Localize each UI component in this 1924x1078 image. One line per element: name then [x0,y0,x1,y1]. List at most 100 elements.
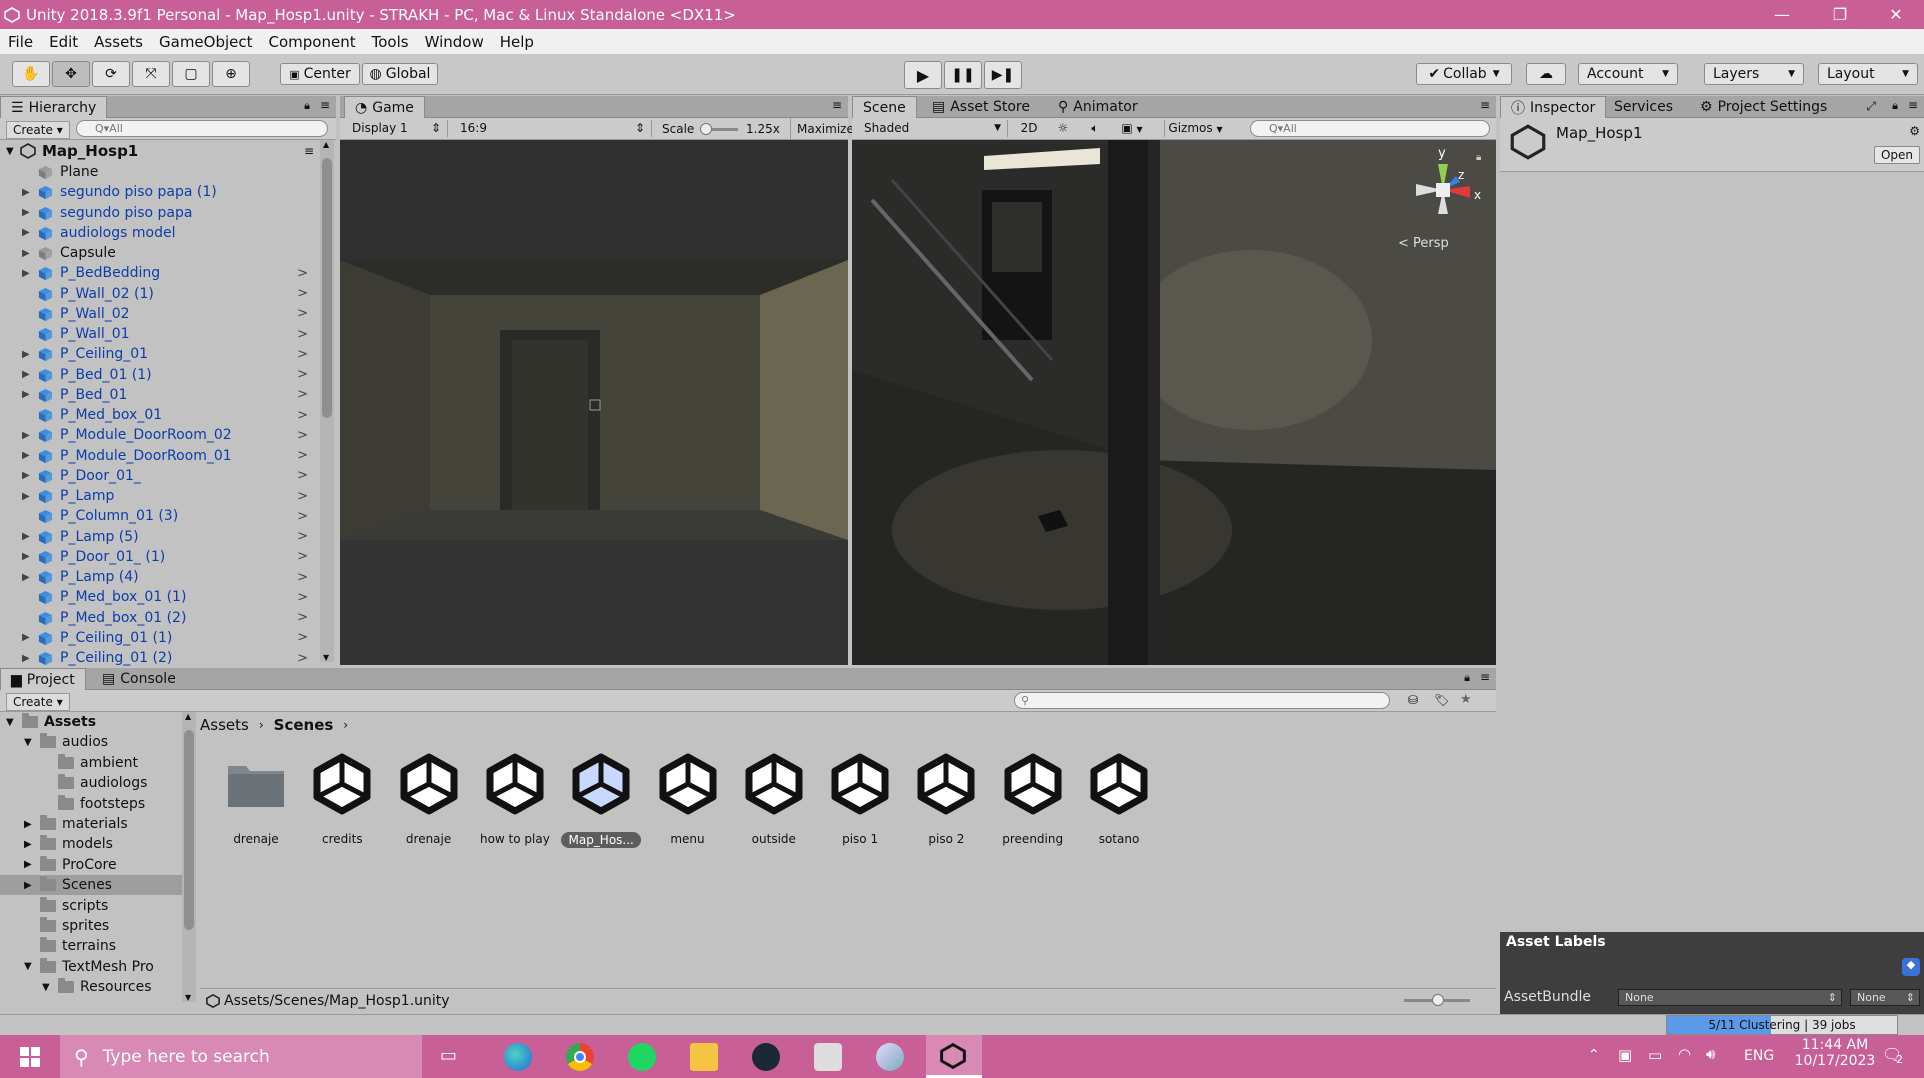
layout-dropdown[interactable]: Layout ▼ [1818,63,1918,85]
expand-arrow-icon[interactable]: ▶ [22,248,30,259]
expand-arrow-icon[interactable]: ▼ [6,717,14,728]
open-prefab-chevron-icon[interactable]: > [297,651,308,666]
battery-icon[interactable]: ▭ [1648,1046,1662,1064]
expand-arrow-icon[interactable]: ▼ [42,982,50,993]
toggle-2d-button[interactable]: 2D [1016,120,1042,137]
hierarchy-search-input[interactable]: Q▾All [76,120,328,137]
folder-tree-item[interactable]: audiologs [0,773,182,793]
tab-asset-store[interactable]: ▤ Asset Store [922,96,1040,118]
hierarchy-item[interactable]: ▶ P_Ceiling_01 > [0,344,316,364]
asset-scene-file[interactable]: preending [993,752,1073,846]
maximize-toggle[interactable]: Maximize [790,118,860,140]
panel-menu-icon[interactable]: ≡ [1908,98,1918,112]
start-button[interactable] [0,1035,60,1078]
expand-arrow-icon[interactable]: ▶ [22,470,30,481]
hierarchy-item[interactable]: P_Wall_02 > [0,304,316,324]
collab-dropdown[interactable]: ✔ Collab ▼ [1416,63,1512,85]
effects-dropdown[interactable]: ▣ ▼ [1114,120,1150,137]
icon-size-slider-thumb[interactable] [1432,994,1444,1006]
menu-file[interactable]: File [0,33,41,51]
open-prefab-chevron-icon[interactable]: > [297,549,308,564]
hierarchy-item[interactable]: ▶ P_Ceiling_01 (2) > [0,648,316,668]
expand-arrow-icon[interactable]: ▼ [24,961,32,972]
scene-orientation-gizmo[interactable]: y z x 🔒︎ [1400,146,1486,230]
hierarchy-item[interactable]: ▶ P_Door_01_ > [0,466,316,486]
hierarchy-scroll-thumb[interactable] [322,158,332,418]
expand-arrow-icon[interactable]: ▶ [22,349,30,360]
project-create-dropdown[interactable]: Create ▾ [6,693,70,711]
display-dropdown[interactable]: Display 1 ⇕ [344,120,448,137]
expand-arrow-icon[interactable]: ▶ [22,430,30,441]
hierarchy-create-dropdown[interactable]: Create ▾ [6,121,70,139]
app-icon[interactable] [876,1043,904,1071]
menu-gameobject[interactable]: GameObject [151,33,261,51]
minimize-button[interactable]: — [1754,0,1810,29]
open-prefab-chevron-icon[interactable]: > [297,387,308,402]
rect-tool-button[interactable]: ▢ [172,61,210,87]
asset-scene-file[interactable]: Map_Hos... [561,752,642,848]
file-explorer-icon[interactable] [690,1043,718,1071]
restore-button[interactable]: ❐ [1812,0,1868,29]
open-prefab-chevron-icon[interactable]: > [297,286,308,301]
scene-menu-icon[interactable]: ≡ [304,144,314,158]
folder-tree-item[interactable]: ▶ materials [0,814,182,834]
lighting-toggle[interactable]: ☼ [1050,120,1076,137]
hand-tool-button[interactable]: ✋ [12,61,50,87]
chrome-icon[interactable] [566,1043,594,1071]
layers-dropdown[interactable]: Layers ▼ [1704,63,1804,85]
asset-folder[interactable]: drenaje [216,752,296,846]
hierarchy-item[interactable]: P_Med_box_01 (2) > [0,608,316,628]
folder-tree-item[interactable]: ▼ Resources [0,977,182,997]
scale-tool-button[interactable]: ⤧ [132,61,170,87]
breadcrumb-assets[interactable]: Assets [200,716,249,734]
scroll-down-icon[interactable]: ▼ [185,993,191,1002]
close-button[interactable]: ✕ [1868,0,1924,29]
folder-tree-item[interactable]: footsteps [0,794,182,814]
hierarchy-item[interactable]: P_Wall_01 > [0,324,316,344]
unity-hub-icon[interactable] [814,1043,842,1071]
folder-tree-item[interactable]: ▶ ProCore [0,855,182,875]
hierarchy-item[interactable]: ▶ P_Lamp (5) > [0,527,316,547]
open-prefab-chevron-icon[interactable]: > [297,448,308,463]
maximize-icon[interactable]: ⤢ [1866,99,1876,114]
folder-tree-item[interactable]: ▼ TextMesh Pro [0,957,182,977]
hierarchy-item[interactable]: Plane [0,162,316,182]
tab-services[interactable]: Services [1604,96,1683,118]
taskbar-search-box[interactable]: ⚲ Type here to search [60,1035,422,1078]
scroll-up-icon[interactable]: ▲ [185,712,191,721]
filter-type-icon[interactable]: ⛁ [1408,693,1418,707]
expand-arrow-icon[interactable]: ▶ [22,450,30,461]
asset-scene-file[interactable]: drenaje [389,752,469,846]
scroll-up-icon[interactable]: ▲ [323,140,329,149]
hierarchy-item[interactable]: ▶ P_Ceiling_01 (1) > [0,628,316,648]
step-button[interactable]: ▶❚ [984,61,1022,89]
open-prefab-chevron-icon[interactable]: > [297,347,308,362]
spotify-icon[interactable] [628,1043,656,1071]
expand-arrow-icon[interactable]: ▶ [24,839,32,850]
project-tree-scroll-thumb[interactable] [184,730,194,930]
task-view-icon[interactable]: ▭ [440,1045,457,1066]
open-button[interactable]: Open [1873,146,1920,164]
play-button[interactable]: ▶ [904,61,942,89]
audio-toggle[interactable]: 🔈︎ [1082,120,1108,137]
expand-arrow-icon[interactable]: ▶ [24,819,32,830]
hierarchy-item[interactable]: P_Column_01 (3) > [0,506,316,526]
panel-menu-icon[interactable]: ≡ [320,98,330,112]
space-global-toggle[interactable]: ◍ Global [362,63,438,85]
scale-slider-thumb[interactable] [700,123,712,135]
steam-icon[interactable] [752,1043,780,1071]
expand-arrow-icon[interactable]: ▶ [22,389,30,400]
expand-down-icon[interactable]: ▼ [6,146,14,157]
hierarchy-item[interactable]: ▶ P_Lamp (4) > [0,567,316,587]
folder-tree-item[interactable]: scripts [0,896,182,916]
asset-scene-file[interactable]: sotano [1079,752,1159,846]
menu-component[interactable]: Component [261,33,364,51]
hierarchy-scrollbar[interactable]: ▲ ▼ [320,140,334,662]
folder-tree-item[interactable]: terrains [0,936,182,956]
unity-taskbar-button[interactable] [926,1035,982,1078]
wifi-icon[interactable]: ◠ [1678,1045,1691,1063]
open-prefab-chevron-icon[interactable]: > [297,610,308,625]
hierarchy-item[interactable]: ▶ segundo piso papa [0,203,316,223]
lock-icon[interactable]: 🔒︎ [1892,99,1898,113]
open-prefab-chevron-icon[interactable]: > [297,408,308,423]
